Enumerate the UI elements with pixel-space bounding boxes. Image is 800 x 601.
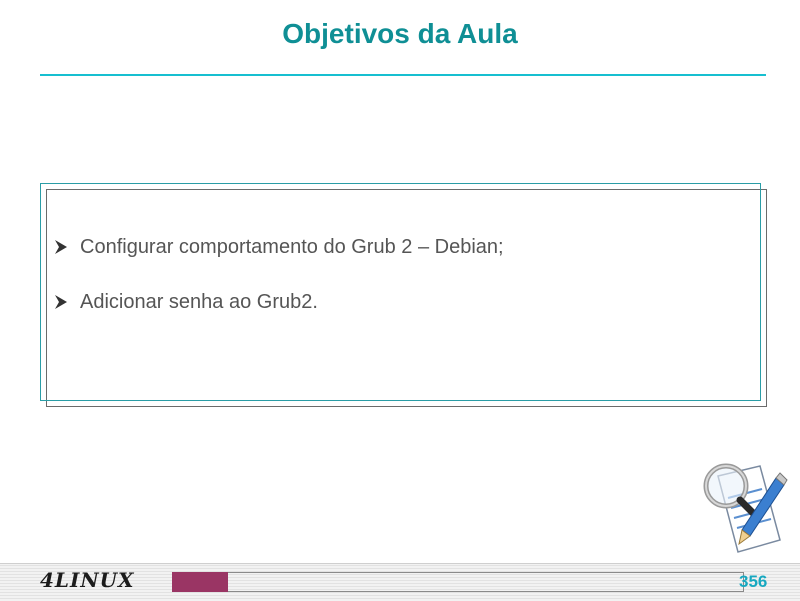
page-number: 356 bbox=[739, 572, 768, 591]
magnifier-pen-document-icon bbox=[703, 463, 788, 553]
arrowhead-bullet-icon bbox=[55, 294, 67, 310]
list-item: Configurar comportamento do Grub 2 – Deb… bbox=[55, 233, 755, 261]
title-divider bbox=[40, 74, 766, 76]
bullet-text: Configurar comportamento do Grub 2 – Deb… bbox=[80, 235, 504, 258]
bullet-text: Adicionar senha ao Grub2. bbox=[80, 290, 318, 313]
page-title: Objetivos da Aula bbox=[282, 18, 518, 49]
arrowhead-bullet-icon bbox=[55, 239, 67, 255]
list-item: Adicionar senha ao Grub2. bbox=[55, 288, 755, 316]
bullet-list: Configurar comportamento do Grub 2 – Deb… bbox=[55, 233, 755, 343]
brand-logo: 4LINUX bbox=[40, 568, 135, 592]
footer-accent-bar bbox=[172, 572, 228, 592]
footer-line-box bbox=[228, 572, 744, 592]
